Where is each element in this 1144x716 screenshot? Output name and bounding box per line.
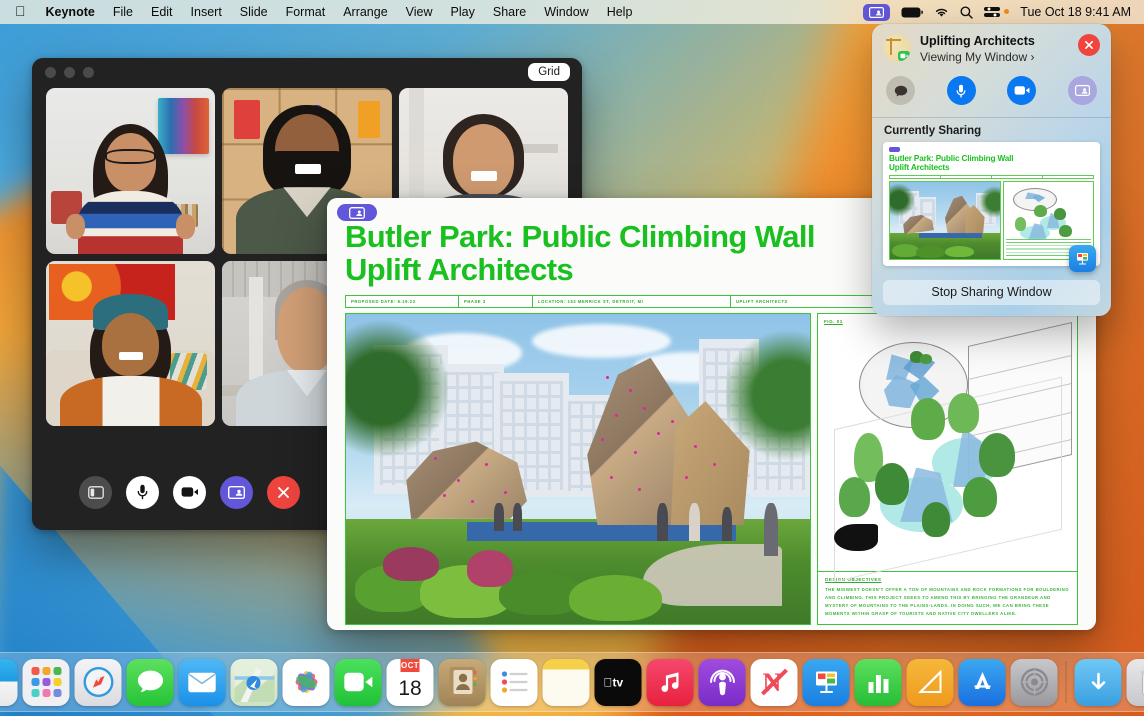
shared-window-thumbnail[interactable]: Butler Park: Public Climbing Wall Uplift…	[872, 142, 1111, 266]
figure-label: FIG. 01	[818, 314, 1077, 324]
menu-bar:  Keynote File Edit Insert Slide Format …	[0, 0, 1144, 24]
objectives-text: THE MIDWEST DOESN'T OFFER A TON OF MOUNT…	[825, 586, 1070, 619]
dock-item-music[interactable]	[647, 659, 694, 706]
apple-menu-icon[interactable]: 	[15, 3, 26, 19]
dock-item-keynote[interactable]	[803, 659, 850, 706]
menu-bar-status-area: Tue Oct 18 9:41 AM	[863, 4, 1135, 21]
call-title: Uplifting Architects	[920, 34, 1069, 49]
dock-item-contacts[interactable]	[439, 659, 486, 706]
keynote-icon	[1069, 245, 1096, 272]
dock-item-notes[interactable]	[543, 659, 590, 706]
dock: OCT 18 tv N	[0, 652, 1144, 712]
screen-share-icon[interactable]	[1068, 76, 1097, 105]
menu-item-share[interactable]: Share	[484, 0, 535, 24]
wifi-icon[interactable]	[934, 7, 949, 18]
microphone-button[interactable]	[126, 476, 159, 509]
dock-item-facetime[interactable]	[335, 659, 382, 706]
dock-item-maps[interactable]	[231, 659, 278, 706]
menu-item-play[interactable]: Play	[442, 0, 484, 24]
dock-item-appletv[interactable]: tv	[595, 659, 642, 706]
meta-proposed-date: PROPOSED DATE: 6.19.23	[346, 296, 459, 307]
grid-view-button[interactable]: Grid	[528, 63, 570, 81]
slide-body: FIG. 01	[345, 313, 1078, 625]
menu-item-file[interactable]: File	[104, 0, 142, 24]
dock-item-numbers[interactable]	[855, 659, 902, 706]
svg-text:N: N	[762, 668, 781, 697]
dock-item-finder[interactable]	[0, 659, 18, 706]
dock-item-downloads[interactable]	[1075, 659, 1122, 706]
call-subtitle[interactable]: Viewing My Window ›	[920, 50, 1069, 65]
dock-item-system-settings[interactable]	[1011, 659, 1058, 706]
diagram-panel: FIG. 01	[817, 313, 1078, 625]
menu-item-view[interactable]: View	[397, 0, 442, 24]
dock-item-reminders[interactable]	[491, 659, 538, 706]
menu-item-arrange[interactable]: Arrange	[334, 0, 396, 24]
participant-tile[interactable]	[46, 261, 215, 427]
menu-item-slide[interactable]: Slide	[231, 0, 277, 24]
objectives-heading: DESIGN OBJECTIVES	[825, 577, 1070, 582]
window-traffic-lights	[45, 67, 94, 78]
end-call-button[interactable]	[267, 476, 300, 509]
thumbnail-meta-bar	[889, 175, 1094, 179]
meta-location: LOCATION: 152 MERRICK ST, DETROIT, MI	[533, 296, 731, 307]
design-objectives-block: DESIGN OBJECTIVES THE MIDWEST DOESN'T OF…	[818, 571, 1077, 624]
facetime-titlebar: Grid	[32, 58, 582, 86]
dock-item-messages[interactable]	[127, 659, 174, 706]
menu-item-edit[interactable]: Edit	[142, 0, 182, 24]
recording-indicator-dot	[1004, 9, 1009, 14]
menu-item-insert[interactable]: Insert	[182, 0, 231, 24]
dock-item-launchpad[interactable]	[23, 659, 70, 706]
search-icon[interactable]	[960, 6, 973, 19]
dock-item-calendar[interactable]: OCT 18	[387, 659, 434, 706]
menu-item-format[interactable]: Format	[277, 0, 335, 24]
dock-item-photos[interactable]	[283, 659, 330, 706]
avatar	[883, 34, 911, 62]
video-camera-icon[interactable]	[1007, 76, 1036, 105]
minimize-window-button[interactable]	[64, 67, 75, 78]
dock-item-appstore[interactable]	[959, 659, 1006, 706]
dock-item-news[interactable]: N	[751, 659, 798, 706]
popover-call-info: Uplifting Architects Viewing My Window ›	[920, 34, 1069, 65]
isometric-site-diagram	[818, 324, 1077, 571]
dock-item-mail[interactable]	[179, 659, 226, 706]
hero-render-image	[345, 313, 811, 625]
menu-item-keynote[interactable]: Keynote	[37, 0, 104, 24]
share-screen-button[interactable]	[220, 476, 253, 509]
screen-share-icon[interactable]	[863, 4, 890, 21]
calendar-month: OCT	[401, 659, 419, 672]
zoom-window-button[interactable]	[83, 67, 94, 78]
popover-header: Uplifting Architects Viewing My Window ›	[872, 24, 1111, 65]
participant-tile[interactable]	[46, 88, 215, 254]
meta-phase: PHASE 3	[459, 296, 533, 307]
screen-share-icon[interactable]	[337, 204, 377, 221]
menu-bar-clock[interactable]: Tue Oct 18 9:41 AM	[1020, 5, 1131, 19]
close-icon[interactable]	[1078, 34, 1100, 56]
microphone-icon[interactable]	[947, 76, 976, 105]
thumbnail-hero-image	[889, 181, 1001, 260]
stop-sharing-button[interactable]: Stop Sharing Window	[883, 280, 1100, 305]
popover-actions	[872, 65, 1111, 117]
close-window-button[interactable]	[45, 67, 56, 78]
video-button[interactable]	[173, 476, 206, 509]
sidebar-button[interactable]	[79, 476, 112, 509]
thumbnail-title-line-2: Uplift Architects	[889, 163, 1094, 172]
control-center-icon[interactable]	[984, 6, 1000, 18]
menu-item-help[interactable]: Help	[598, 0, 642, 24]
thumbnail-title-line-1: Butler Park: Public Climbing Wall	[889, 154, 1094, 163]
dock-item-podcasts[interactable]	[699, 659, 746, 706]
shadow-shape	[834, 524, 878, 551]
menu-item-window[interactable]: Window	[535, 0, 597, 24]
dock-item-safari[interactable]	[75, 659, 122, 706]
chat-bubble-icon[interactable]	[886, 76, 915, 105]
facetime-popover[interactable]: Uplifting Architects Viewing My Window ›…	[872, 24, 1111, 316]
svg-text:tv: tv	[603, 676, 623, 690]
battery-icon[interactable]	[901, 7, 923, 18]
facetime-icon	[898, 51, 910, 61]
currently-sharing-heading: Currently Sharing	[872, 118, 1111, 142]
calendar-day: 18	[398, 672, 421, 706]
thumbnail-share-badge	[889, 147, 900, 152]
dock-item-trash[interactable]	[1127, 659, 1144, 706]
dock-divider	[1066, 661, 1067, 703]
dock-item-pages[interactable]	[907, 659, 954, 706]
